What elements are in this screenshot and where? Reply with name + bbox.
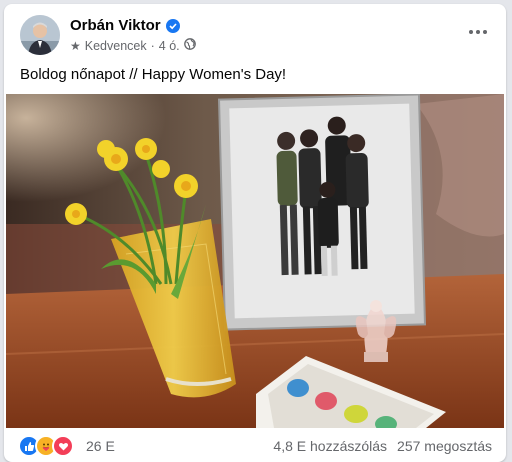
shares-count[interactable]: 257 megosztás xyxy=(397,438,492,454)
post-meta: ★ Kedvencek · 4 ó. xyxy=(70,38,196,53)
meta-separator: · xyxy=(150,38,155,53)
more-dot-icon xyxy=(476,30,480,34)
globe-icon xyxy=(183,38,196,53)
post-photo[interactable] xyxy=(6,94,504,428)
post-footer: 26 E 4,8 E hozzászólás 257 megosztás xyxy=(4,428,506,462)
audience-label[interactable]: Kedvencek xyxy=(85,39,147,53)
photo-image xyxy=(6,94,504,428)
comments-count[interactable]: 4,8 E hozzászólás xyxy=(273,438,387,454)
reaction-count[interactable]: 26 E xyxy=(86,438,115,454)
more-options-button[interactable] xyxy=(464,22,492,42)
post-card: Orbán Viktor ★ Kedvencek · 4 ó. Boldog n… xyxy=(4,4,506,462)
more-dot-icon xyxy=(483,30,487,34)
reaction-icons[interactable] xyxy=(18,435,74,457)
author-name[interactable]: Orbán Viktor xyxy=(70,17,161,34)
post-stats: 4,8 E hozzászólás 257 megosztás xyxy=(273,438,492,454)
avatar[interactable] xyxy=(20,15,60,55)
post-header: Orbán Viktor ★ Kedvencek · 4 ó. xyxy=(4,4,506,60)
more-dot-icon xyxy=(469,30,473,34)
love-icon xyxy=(52,435,74,457)
author-name-row: Orbán Viktor xyxy=(70,17,180,34)
avatar-image xyxy=(20,15,60,55)
post-time[interactable]: 4 ó. xyxy=(159,39,180,53)
post-text: Boldog nőnapot // Happy Women's Day! xyxy=(20,66,287,83)
verified-badge-icon xyxy=(165,18,180,33)
star-icon: ★ xyxy=(70,38,81,53)
